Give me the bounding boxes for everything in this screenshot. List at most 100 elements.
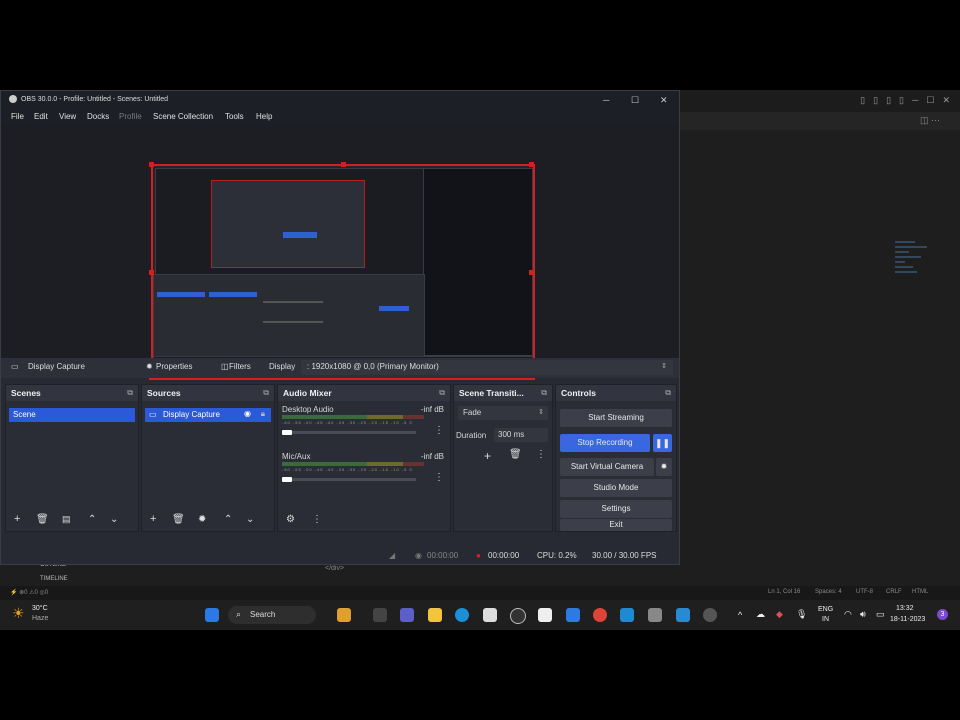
store-icon[interactable] — [483, 608, 497, 622]
mail-icon[interactable] — [676, 608, 690, 622]
obs-taskbar-icon[interactable] — [703, 608, 717, 622]
indent-setting[interactable]: Spaces: 4 — [815, 589, 842, 595]
weather-icon[interactable]: ☀ — [12, 605, 25, 622]
file-explorer-icon[interactable] — [428, 608, 442, 622]
menu-tools[interactable]: Tools — [225, 112, 244, 121]
exit-button[interactable]: Exit — [560, 519, 672, 531]
taskbar-search-box[interactable]: ⌕ Search — [228, 606, 316, 624]
undock-icon[interactable]: ⧉ — [263, 388, 269, 398]
layout-icon[interactable]: ▯ — [873, 95, 878, 106]
layout-icon[interactable]: ▯ — [899, 95, 904, 106]
close-button[interactable]: ✕ — [660, 95, 668, 106]
properties-button[interactable]: Properties — [156, 362, 192, 371]
clock-date[interactable]: 18-11-2023 — [890, 616, 925, 623]
filter-icon[interactable]: ▤ — [62, 514, 71, 525]
start-streaming-button[interactable]: Start Streaming — [560, 409, 672, 427]
editor-minimap[interactable] — [895, 238, 935, 298]
menu-profile[interactable]: Profile — [119, 112, 142, 121]
menu-scene-collection[interactable]: Scene Collection — [153, 112, 213, 121]
lock-icon[interactable]: 🔒︎ — [261, 409, 265, 419]
duration-spinbox[interactable]: 300 ms — [494, 428, 548, 442]
add-icon[interactable]: + — [14, 513, 20, 525]
studio-mode-button[interactable]: Studio Mode — [560, 479, 672, 497]
volume-icon[interactable]: 🔊︎ — [860, 609, 866, 620]
move-down-icon[interactable]: ⌄ — [246, 514, 254, 525]
move-up-icon[interactable]: ⌃ — [88, 514, 96, 525]
line-ending[interactable]: CRLF — [886, 589, 902, 595]
eye-icon[interactable]: ◉ — [244, 409, 251, 418]
undock-icon[interactable]: ⧉ — [541, 388, 547, 398]
windows-start-icon[interactable] — [205, 608, 219, 622]
settings-button[interactable]: Settings — [560, 500, 672, 518]
kebab-menu-icon[interactable]: ⋮ — [536, 449, 546, 460]
undock-icon[interactable]: ⧉ — [127, 388, 133, 398]
start-virtual-camera-button[interactable]: Start Virtual Camera — [560, 458, 654, 476]
notepad-icon[interactable] — [538, 608, 552, 622]
move-up-icon[interactable]: ⌃ — [224, 514, 232, 525]
display-select[interactable]: : 1920x1080 @ 0,0 (Primary Monitor) ⇕ — [301, 360, 673, 375]
cursor-position[interactable]: Ln 1, Col 16 — [768, 589, 800, 595]
timeline-section[interactable]: TIMELINE — [40, 576, 68, 582]
task-view-icon[interactable] — [373, 608, 387, 622]
minimize-button[interactable]: ─ — [603, 95, 609, 105]
move-down-icon[interactable]: ⌄ — [110, 514, 118, 525]
trash-icon[interactable]: 🗑︎ — [509, 449, 522, 460]
close-icon[interactable]: ✕ — [942, 95, 950, 106]
kebab-menu-icon[interactable]: ⋮ — [434, 425, 444, 436]
menu-view[interactable]: View — [59, 112, 76, 121]
source-item[interactable]: ▭ Display Capture ◉ 🔒︎ — [145, 408, 271, 422]
menu-docks[interactable]: Docks — [87, 112, 109, 121]
minimize-icon[interactable]: ─ — [912, 95, 918, 106]
scene-item[interactable]: Scene — [9, 408, 135, 422]
undock-icon[interactable]: ⧉ — [439, 388, 445, 398]
display-capture-preview[interactable] — [149, 162, 535, 380]
pause-recording-icon[interactable]: ❚❚ — [653, 434, 672, 452]
mic-aux-volume-slider[interactable] — [282, 477, 416, 482]
microphone-icon[interactable]: 🎙︎ — [796, 609, 807, 620]
chrome-icon[interactable] — [593, 608, 607, 622]
battery-icon[interactable]: ▭ — [876, 609, 885, 620]
advanced-audio-icon[interactable]: ⚙︎ — [286, 514, 295, 525]
add-icon[interactable]: + — [484, 449, 491, 463]
teams-icon[interactable] — [400, 608, 414, 622]
virtual-camera-settings-icon[interactable]: ✹ — [656, 458, 672, 476]
settings-icon[interactable] — [648, 608, 662, 622]
vscode-icon[interactable] — [620, 608, 634, 622]
desktop-audio-volume-slider[interactable] — [282, 430, 416, 435]
layout-icon[interactable]: ▯ — [886, 95, 891, 106]
undock-icon[interactable]: ⧉ — [665, 388, 671, 398]
encoding[interactable]: UTF-8 — [856, 589, 873, 595]
split-editor-icon[interactable]: ◫ ⋯ — [920, 115, 940, 126]
gear-icon[interactable]: ✹ — [146, 362, 153, 371]
language-eng[interactable]: ENG — [818, 606, 833, 613]
stop-recording-button[interactable]: Stop Recording — [560, 434, 650, 452]
menu-file[interactable]: File — [11, 112, 24, 121]
edge-icon[interactable] — [455, 608, 469, 622]
maximize-button[interactable]: ☐ — [631, 95, 639, 106]
wifi-icon[interactable]: ◠ — [844, 609, 852, 620]
maximize-icon[interactable]: ☐ — [926, 95, 934, 106]
language-mode[interactable]: HTML — [912, 589, 928, 595]
clock-time[interactable]: 13:32 — [896, 605, 914, 612]
chat-app-icon[interactable] — [566, 608, 580, 622]
language-in[interactable]: IN — [822, 616, 829, 623]
gear-icon[interactable]: ✹ — [198, 514, 206, 525]
preview-area[interactable] — [1, 124, 679, 380]
cloud-icon[interactable]: ☁ — [756, 609, 765, 620]
add-icon[interactable]: + — [150, 513, 156, 525]
transition-select[interactable]: Fade ⇕ — [458, 406, 548, 420]
trash-icon[interactable]: 🗑︎ — [36, 514, 49, 525]
app-icon[interactable] — [510, 608, 526, 624]
trash-icon[interactable]: 🗑︎ — [172, 514, 185, 525]
menu-help[interactable]: Help — [256, 112, 272, 121]
layout-icon[interactable]: ▯ — [860, 95, 865, 106]
weather-temp[interactable]: 30°C — [32, 605, 48, 612]
remote-icon[interactable]: ⚡ ⊗0 ⚠0 ◎0 — [10, 589, 48, 596]
filters-button[interactable]: Filters — [229, 362, 251, 371]
menu-edit[interactable]: Edit — [34, 112, 48, 121]
kebab-menu-icon[interactable]: ⋮ — [434, 472, 444, 483]
widgets-icon[interactable] — [337, 608, 351, 622]
chevron-up-icon[interactable]: ^ — [738, 610, 742, 620]
notification-badge[interactable]: 3 — [937, 609, 948, 620]
filters-icon[interactable]: ◫ — [221, 362, 229, 371]
